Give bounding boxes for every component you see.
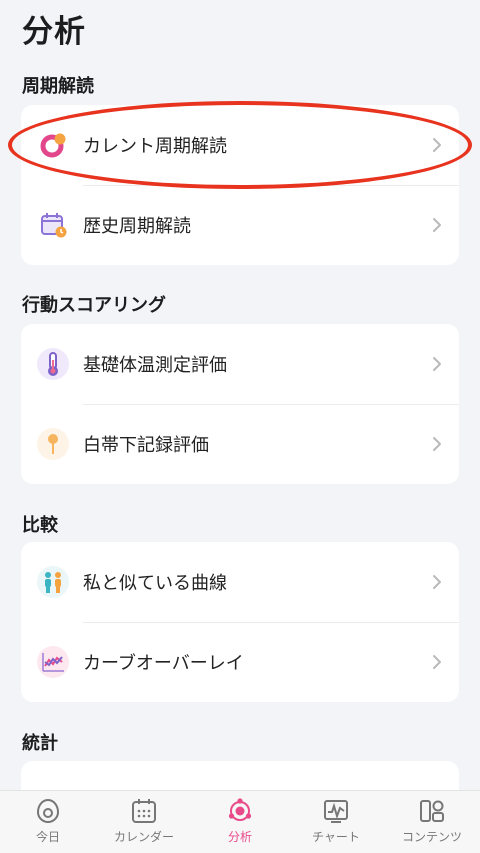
today-icon: [36, 798, 60, 824]
card-cycle: カレント周期解読 歴史周期解読: [21, 105, 459, 265]
section-title-behavior: 行動スコアリング: [22, 295, 166, 316]
drop-pin-icon: [37, 428, 69, 460]
current-cycle-icon: [37, 129, 69, 161]
calendar-icon: [132, 799, 156, 823]
tab-bar: 今日 カレンダー 分析 チャート コンテンツ: [0, 790, 480, 853]
chart-icon: [324, 800, 348, 823]
list-item-label: カーブオーバーレイ: [83, 653, 244, 674]
analysis-icon: [228, 798, 252, 821]
list-item-label: 私と似ている曲線: [83, 573, 227, 594]
section-title-stats: 統計: [22, 733, 58, 754]
section-title-compare: 比較: [22, 515, 58, 536]
list-item-label: 基礎体温測定評価: [83, 355, 227, 376]
tab-today[interactable]: 今日: [0, 791, 96, 853]
page-title: 分析: [22, 14, 86, 50]
card-compare: 私と似ている曲線 カーブオーバーレイ: [21, 542, 459, 702]
tab-chart[interactable]: チャート: [288, 791, 384, 853]
content-icon: [420, 800, 444, 822]
list-item-label: 歴史周期解読: [83, 216, 191, 237]
tab-analysis[interactable]: 分析: [192, 791, 288, 853]
chevron-right-icon: [433, 437, 441, 451]
section-title-cycle: 周期解読: [22, 76, 94, 97]
card-behavior: 基礎体温測定評価 白帯下記録評価: [21, 324, 459, 484]
list-item-history-cycle[interactable]: 歴史周期解読: [21, 185, 459, 265]
list-item-bbt-evaluation[interactable]: 基礎体温測定評価: [21, 324, 459, 404]
thermometer-icon: [37, 348, 69, 380]
chevron-right-icon: [433, 138, 441, 152]
people-icon: [37, 566, 69, 598]
chevron-right-icon: [433, 357, 441, 371]
chevron-right-icon: [433, 575, 441, 589]
list-item-similar-curve[interactable]: 私と似ている曲線: [21, 542, 459, 622]
tab-content[interactable]: コンテンツ: [384, 791, 480, 853]
curve-overlay-icon: [37, 646, 69, 678]
chevron-right-icon: [433, 655, 441, 669]
list-item-current-cycle[interactable]: カレント周期解読: [21, 105, 459, 185]
list-item-discharge-evaluation[interactable]: 白帯下記録評価: [21, 404, 459, 484]
list-item-label: 白帯下記録評価: [83, 435, 209, 456]
list-item-curve-overlay[interactable]: カーブオーバーレイ: [21, 622, 459, 702]
chevron-right-icon: [433, 218, 441, 232]
list-item-label: カレント周期解読: [83, 136, 227, 157]
calendar-history-icon: [37, 209, 69, 241]
tab-calendar[interactable]: カレンダー: [96, 791, 192, 853]
